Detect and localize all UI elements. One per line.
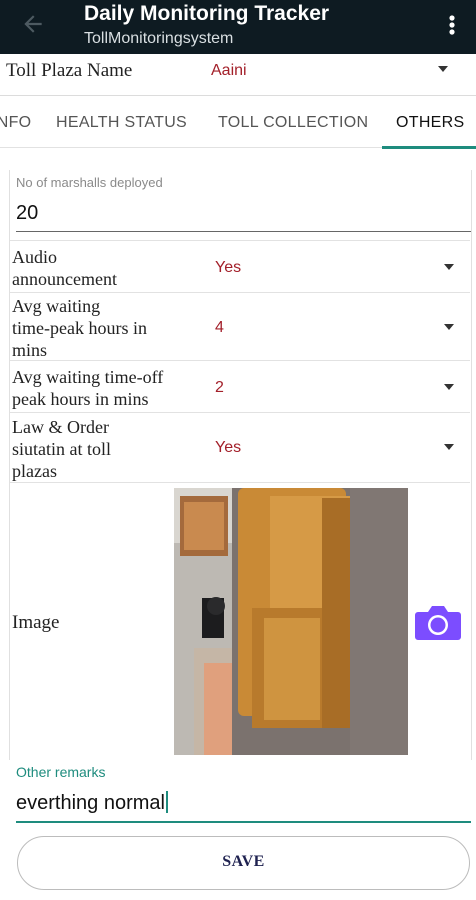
save-button-label: SAVE (222, 853, 265, 870)
marshalls-input[interactable]: 20 (16, 198, 471, 232)
peak-wait-select[interactable]: 4 (215, 319, 224, 337)
image-row-divider (10, 482, 470, 483)
chevron-down-icon[interactable] (438, 66, 448, 72)
arrow-left-icon[interactable] (20, 11, 46, 37)
toll-plaza-label: Toll Plaza Name (6, 60, 133, 81)
text-caret (165, 791, 168, 813)
chevron-down-icon[interactable] (444, 384, 454, 390)
audio-announcement-row: Audio announcement Yes (10, 240, 470, 292)
chevron-down-icon[interactable] (444, 264, 454, 270)
audio-announcement-label: Audio announcement (12, 247, 117, 289)
tab-info[interactable]: INFO (0, 114, 31, 132)
toll-plaza-row: Toll Plaza Name Aaini (0, 54, 476, 96)
app-subtitle: TollMonitoringsystem (84, 30, 234, 47)
law-order-select[interactable]: Yes (215, 439, 241, 457)
chevron-down-icon[interactable] (444, 324, 454, 330)
law-order-label: Law & Order siutatin at toll plazas (12, 417, 111, 481)
audio-announcement-select[interactable]: Yes (215, 259, 241, 277)
marshalls-label: No of marshalls deployed (16, 175, 163, 190)
toll-plaza-select[interactable]: Aaini (211, 62, 247, 80)
captured-photo (174, 488, 408, 755)
remarks-label: Other remarks (16, 764, 106, 780)
app-bar: Daily Monitoring Tracker TollMonitorings… (0, 0, 476, 54)
camera-icon[interactable] (414, 600, 462, 642)
tab-others[interactable]: OTHERS (396, 114, 464, 132)
tab-toll-collection[interactable]: TOLL COLLECTION (218, 114, 368, 132)
peak-wait-row: Avg waiting time-peak hours in mins 4 (10, 292, 470, 360)
offpeak-wait-row: Avg waiting time-off peak hours in mins … (10, 360, 470, 412)
law-order-row: Law & Order siutatin at toll plazas Yes (10, 412, 470, 482)
chevron-down-icon[interactable] (444, 444, 454, 450)
offpeak-wait-select[interactable]: 2 (215, 379, 224, 397)
active-tab-indicator (382, 146, 476, 149)
tab-health-status[interactable]: HEALTH STATUS (56, 114, 187, 132)
image-label: Image (12, 612, 60, 633)
offpeak-wait-label: Avg waiting time-off peak hours in mins (12, 367, 164, 409)
more-vertical-icon[interactable] (440, 12, 464, 38)
app-title: Daily Monitoring Tracker (84, 2, 330, 25)
peak-wait-label: Avg waiting time-peak hours in mins (12, 296, 147, 360)
remarks-input[interactable]: everthing normal (16, 787, 471, 823)
tab-bar: INFO HEALTH STATUS TOLL COLLECTION OTHER… (0, 96, 476, 148)
remarks-value: everthing normal (16, 792, 165, 814)
save-button[interactable]: SAVE (17, 836, 470, 890)
